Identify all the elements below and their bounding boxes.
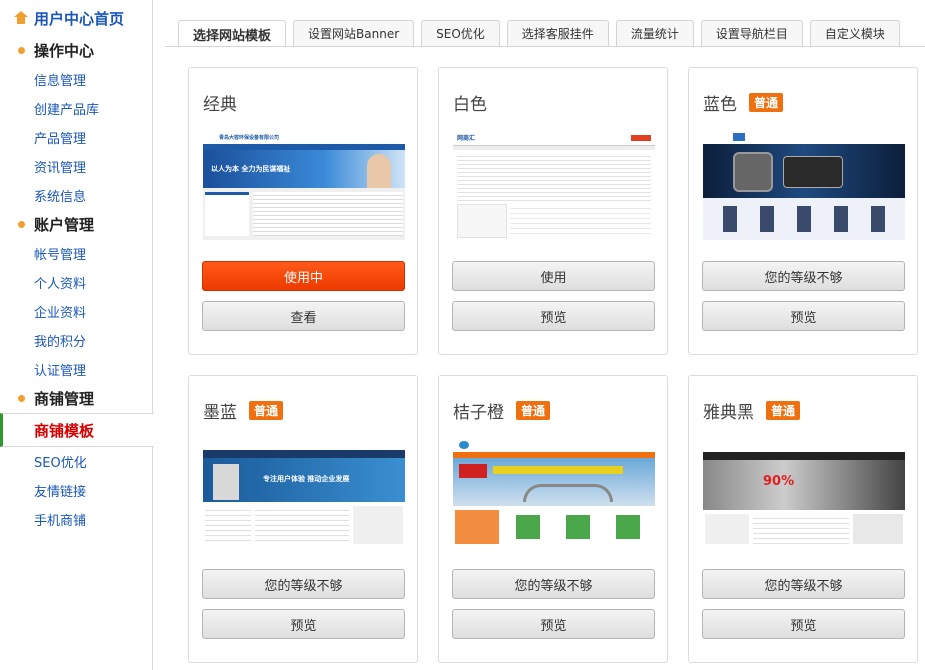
template-thumbnail[interactable]: 专注用户体验 推动企业发展 (203, 438, 405, 548)
thumbnail-site-title: 网商汇 (457, 135, 476, 142)
sidebar-item-verification[interactable]: 认证管理 (0, 355, 152, 384)
tab-divider (165, 46, 925, 47)
template-thumbnail[interactable] (703, 130, 905, 240)
template-name: 蓝色 (703, 95, 737, 115)
template-card-orange: 桔子橙 普通 您的等级不够 预览 (438, 375, 668, 663)
template-card-athens-black: 雅典黑 普通 90% 您的等级不够 预览 (688, 375, 918, 663)
thumbnail-site-title: 青岛大容环保设备有限公司 (219, 134, 280, 141)
sidebar-item-personal-profile[interactable]: 个人资料 (0, 268, 152, 297)
sidebar-item-info-management[interactable]: 信息管理 (0, 65, 152, 94)
sidebar-home[interactable]: 用户中心首页 (0, 0, 152, 36)
preview-button[interactable]: 预览 (202, 609, 405, 639)
sidebar-section-account: 账户管理 (0, 210, 152, 239)
tab-select-template[interactable]: 选择网站模板 (178, 20, 287, 47)
template-name: 墨蓝 (203, 403, 237, 423)
sidebar-item-create-product-library[interactable]: 创建产品库 (0, 94, 152, 123)
in-use-button[interactable]: 使用中 (202, 261, 405, 291)
level-insufficient-button[interactable]: 您的等级不够 (202, 569, 405, 599)
template-thumbnail[interactable]: 青岛大容环保设备有限公司 以人为本 全力为民谋福祉 (203, 130, 405, 240)
thumbnail-slogan: 专注用户体验 推动企业发展 (263, 475, 350, 483)
level-insufficient-button[interactable]: 您的等级不够 (702, 569, 905, 599)
template-thumbnail[interactable]: 90% (703, 438, 905, 548)
template-name: 雅典黑 (703, 403, 754, 423)
sidebar-item-company-profile[interactable]: 企业资料 (0, 297, 152, 326)
thumbnail-person (367, 154, 391, 188)
use-button[interactable]: 使用 (452, 261, 655, 291)
tab-bar: 选择网站模板 设置网站Banner SEO优化 选择客服挂件 流量统计 设置导航… (178, 20, 907, 47)
sidebar-item-product-management[interactable]: 产品管理 (0, 123, 152, 152)
sidebar-item-seo[interactable]: SEO优化 (0, 447, 152, 476)
bullet-icon (14, 44, 28, 58)
sidebar-item-my-points[interactable]: 我的积分 (0, 326, 152, 355)
preview-button[interactable]: 预览 (702, 609, 905, 639)
template-thumbnail[interactable] (453, 438, 655, 548)
tab-traffic-stats[interactable]: 流量统计 (615, 20, 694, 46)
level-insufficient-button[interactable]: 您的等级不够 (702, 261, 905, 291)
thumbnail-slogan: 90% (763, 474, 795, 489)
template-name: 白色 (453, 95, 487, 115)
preview-button[interactable]: 预览 (452, 301, 655, 331)
tab-customer-service[interactable]: 选择客服挂件 (506, 20, 609, 46)
sidebar-item-system-info[interactable]: 系统信息 (0, 181, 152, 210)
sidebar-home-label: 用户中心首页 (34, 9, 125, 28)
template-card-blue: 蓝色 普通 您的等级不够 预览 (688, 67, 918, 355)
preview-button[interactable]: 预览 (452, 609, 655, 639)
bullet-icon (14, 392, 28, 406)
level-badge: 普通 (749, 93, 784, 112)
template-name: 桔子橙 (453, 403, 504, 423)
level-badge: 普通 (249, 401, 284, 420)
template-card-classic: 经典 青岛大容环保设备有限公司 以人为本 全力为民谋福祉 使用中 查看 (188, 67, 418, 355)
sidebar-item-news-management[interactable]: 资讯管理 (0, 152, 152, 181)
bullet-icon (14, 218, 28, 232)
template-thumbnail[interactable]: 网商汇 (453, 130, 655, 240)
tab-custom-module[interactable]: 自定义模块 (809, 20, 900, 46)
sidebar-section-operations: 操作中心 (0, 36, 152, 65)
view-button[interactable]: 查看 (202, 301, 405, 331)
sidebar: 用户中心首页 操作中心 信息管理 创建产品库 产品管理 资讯管理 系统信息 账户… (0, 0, 154, 670)
sidebar-section-shop: 商铺管理 (0, 384, 152, 413)
tab-set-banner[interactable]: 设置网站Banner (293, 20, 415, 46)
sidebar-item-mobile-shop[interactable]: 手机商铺 (0, 505, 152, 534)
level-insufficient-button[interactable]: 您的等级不够 (452, 569, 655, 599)
level-badge: 普通 (766, 401, 801, 420)
template-card-white: 白色 网商汇 使用 预览 (438, 67, 668, 355)
tab-navigation[interactable]: 设置导航栏目 (700, 20, 803, 46)
home-icon (14, 11, 28, 25)
sidebar-item-account-management[interactable]: 帐号管理 (0, 239, 152, 268)
preview-button[interactable]: 预览 (702, 301, 905, 331)
sidebar-item-shop-template[interactable]: 商铺模板 (0, 413, 154, 447)
sidebar-item-friend-links[interactable]: 友情链接 (0, 476, 152, 505)
thumbnail-slogan: 以人为本 全力为民谋福祉 (211, 165, 291, 173)
tab-seo[interactable]: SEO优化 (421, 20, 500, 46)
template-card-ink-blue: 墨蓝 普通 专注用户体验 推动企业发展 您的等级不够 预览 (188, 375, 418, 663)
level-badge: 普通 (516, 401, 551, 420)
template-name: 经典 (203, 95, 237, 115)
